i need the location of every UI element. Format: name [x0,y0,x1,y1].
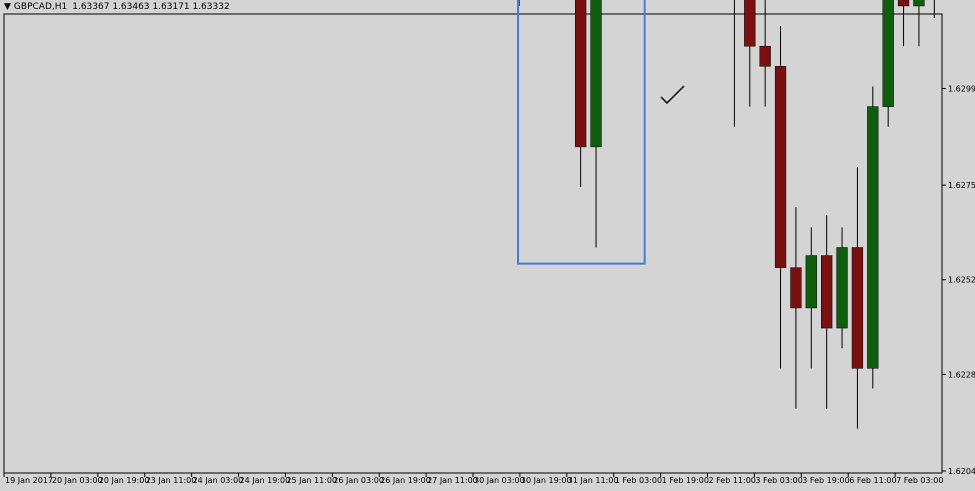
x-tick-label: 27 Jan 11:00 [427,476,478,485]
candle-body [790,267,802,309]
x-tick-label: 25 Jan 11:00 [286,476,337,485]
x-tick-label: 6 Feb 11:00 [849,476,896,485]
x-tick-label: 20 Jan 03:00 [52,476,103,485]
y-tick-label: 1.62755 [948,181,975,190]
x-tick-label: 1 Feb 19:00 [662,476,709,485]
x-tick-label: 24 Jan 03:00 [193,476,244,485]
x-tick-label: 24 Jan 19:00 [240,476,291,485]
candle-body [759,45,771,67]
plot-frame [3,13,943,474]
x-tick-label: 3 Feb 03:00 [755,476,802,485]
candle-body [575,0,587,148]
x-tick-label: 3 Feb 19:00 [802,476,849,485]
y-tick-label: 1.62045 [948,467,975,476]
x-tick-label: 20 Jan 19:00 [99,476,150,485]
candle-body [867,106,879,369]
x-tick-label: 30 Jan 19:00 [521,476,572,485]
x-tick-label: 2 Feb 11:00 [709,476,756,485]
x-tick-label: 1 Feb 03:00 [615,476,662,485]
candle-body [805,255,817,309]
check-mark [660,85,685,105]
candle-body [897,0,910,7]
x-tick-label: 30 Jan 03:00 [474,476,525,485]
candle-body [590,0,602,148]
candle-body [744,0,756,47]
candle-body [882,0,894,107]
y-tick-label: 1.62520 [948,276,975,285]
y-tick-label: 1.62285 [948,370,975,379]
x-tick-label: 23 Jan 11:00 [146,476,197,485]
x-tick-label: 7 Feb 03:00 [896,476,943,485]
candle-body [821,255,833,329]
y-tick-label: 1.62995 [948,84,975,93]
x-tick-label: 26 Jan 03:00 [333,476,384,485]
candle-body [836,247,848,329]
price-chart[interactable]: 1.663101.660751.658301.655951.653601.651… [0,0,975,491]
x-tick-label: 26 Jan 19:00 [380,476,431,485]
candle-body [913,0,925,7]
x-tick-label: 19 Jan 2017 [5,476,53,485]
candle-body [851,247,864,369]
x-tick-label: 31 Jan 11:00 [568,476,619,485]
candle-body [774,66,787,268]
